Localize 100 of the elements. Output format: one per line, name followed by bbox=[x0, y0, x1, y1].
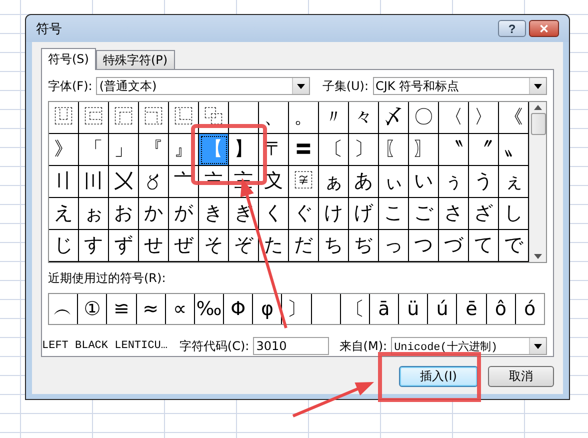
symbol-cell[interactable]: せ bbox=[139, 230, 169, 262]
symbol-cell[interactable]: づ bbox=[439, 230, 469, 262]
symbol-cell[interactable]: 〾 bbox=[289, 166, 319, 198]
symbol-cell[interactable]: え bbox=[49, 198, 79, 230]
symbol-cell[interactable]: だ bbox=[289, 230, 319, 262]
symbol-cell[interactable]: 〇 bbox=[409, 102, 439, 134]
symbol-cell[interactable]: 〥 bbox=[139, 166, 169, 198]
recent-symbol-cell[interactable]: ü bbox=[399, 294, 428, 324]
symbol-cell[interactable]: 。 bbox=[289, 102, 319, 134]
symbol-cell[interactable]: ⿸ bbox=[109, 102, 139, 134]
symbol-cell[interactable]: 〓 bbox=[289, 134, 319, 166]
symbol-cell[interactable]: 、 bbox=[259, 102, 289, 134]
symbol-cell[interactable]: げ bbox=[349, 198, 379, 230]
font-label: 字体(F): bbox=[48, 78, 92, 94]
recent-symbols-label: 近期使用过的符号(R): bbox=[48, 270, 167, 287]
symbol-cell[interactable]: ぉ bbox=[79, 198, 109, 230]
symbol-cell[interactable]: 〖 bbox=[379, 134, 409, 166]
recent-symbol-cell[interactable]: ‰ bbox=[194, 294, 224, 324]
symbol-cell[interactable]: が bbox=[169, 198, 199, 230]
font-dropdown[interactable]: (普通文本) bbox=[96, 77, 310, 95]
subset-label: 子集(U): bbox=[322, 78, 369, 94]
window-title: 符号 bbox=[36, 20, 63, 38]
recent-symbol-cell[interactable]: 〔 bbox=[340, 294, 370, 324]
symbol-cell[interactable]: 々 bbox=[349, 102, 379, 134]
symbol-cell[interactable]: そ bbox=[199, 230, 229, 262]
symbol-cell[interactable]: 」 bbox=[109, 134, 139, 166]
symbol-cell[interactable]: じ bbox=[49, 230, 79, 262]
symbol-cell[interactable]: ご bbox=[409, 198, 439, 230]
character-name: LEFT BLACK LENTICU… bbox=[42, 340, 168, 352]
insert-button[interactable]: 插入(I) bbox=[399, 366, 478, 387]
symbol-cell[interactable]: ぃ bbox=[379, 166, 409, 198]
character-code-field[interactable]: 3010 bbox=[253, 337, 330, 355]
symbol-cell[interactable]: く bbox=[259, 198, 289, 230]
symbol-cell[interactable]: 〩 bbox=[259, 166, 289, 198]
symbol-cell[interactable]: ぅ bbox=[439, 166, 469, 198]
symbol-cell[interactable]: 〔 bbox=[319, 134, 349, 166]
dropdown-arrow-icon bbox=[534, 344, 542, 348]
symbol-cell[interactable]: ち bbox=[319, 230, 349, 262]
symbol-cell[interactable]: て bbox=[469, 230, 499, 262]
recent-symbol-cell[interactable]: ︵ bbox=[49, 294, 78, 324]
symbol-cell[interactable]: 】 bbox=[229, 134, 259, 166]
symbol-cell[interactable]: 〉 bbox=[469, 102, 499, 134]
symbol-cell[interactable]: 〕 bbox=[349, 134, 379, 166]
symbol-cell[interactable]: さ bbox=[439, 198, 469, 230]
symbol-cell[interactable]: い bbox=[409, 166, 439, 198]
symbol-cell[interactable]: ⿹ bbox=[139, 102, 169, 134]
tab[interactable]: 特殊字符(P) bbox=[96, 50, 175, 69]
symbol-cell[interactable]: ぢ bbox=[349, 230, 379, 262]
dropdown-arrow-icon bbox=[534, 84, 542, 88]
subset-dropdown[interactable]: CJK 符号和标点 bbox=[372, 77, 547, 95]
symbol-cell[interactable]: 〤 bbox=[109, 166, 139, 198]
symbol-cell[interactable]: 〢 bbox=[49, 166, 79, 198]
tab[interactable]: 符号(S) bbox=[41, 48, 96, 70]
symbol-cell[interactable]: ぐ bbox=[289, 198, 319, 230]
recent-symbol-cell[interactable]: ① bbox=[78, 294, 108, 324]
symbol-cell[interactable]: 『 bbox=[139, 134, 169, 166]
symbol-cell[interactable]: ⿺ bbox=[169, 102, 199, 134]
recent-symbol-cell[interactable]: ≌ bbox=[107, 294, 137, 324]
symbol-cell[interactable]: 〗 bbox=[409, 134, 439, 166]
symbol-cell[interactable]: ぜ bbox=[169, 230, 199, 262]
symbol-cell[interactable]: 〞 bbox=[469, 134, 499, 166]
symbol-cell[interactable]: 〆 bbox=[379, 102, 409, 134]
character-code-label: 字符代码(C): bbox=[179, 338, 250, 354]
from-dropdown[interactable]: Unicode(十六进制) bbox=[391, 337, 547, 355]
from-label: 来自(M): bbox=[339, 338, 388, 354]
cancel-button[interactable]: 取消 bbox=[488, 366, 554, 387]
help-button[interactable]: ? bbox=[498, 20, 526, 37]
symbol-cell[interactable]: 〦 bbox=[169, 166, 199, 198]
recent-symbol-cell[interactable]: ≈ bbox=[136, 294, 166, 324]
symbol-cell[interactable]: 「 bbox=[79, 134, 109, 166]
symbol-cell[interactable]: ず bbox=[109, 230, 139, 262]
symbol-cell[interactable]: す bbox=[79, 230, 109, 262]
symbol-cell[interactable]: っ bbox=[379, 230, 409, 262]
recent-symbol-cell[interactable]: ú bbox=[428, 294, 458, 324]
recent-symbol-cell[interactable]: ó bbox=[516, 294, 544, 324]
symbol-cell[interactable]: お bbox=[109, 198, 139, 230]
recent-symbol-cell[interactable]: Φ bbox=[224, 294, 254, 324]
recent-symbol-cell[interactable]: ā bbox=[370, 294, 400, 324]
symbol-cell[interactable]: か bbox=[139, 198, 169, 230]
recent-symbol-cell[interactable]: ô bbox=[486, 294, 516, 324]
symbol-cell[interactable]: う bbox=[469, 166, 499, 198]
symbol-cell[interactable]: き bbox=[199, 198, 229, 230]
symbol-cell[interactable]: ⿷ bbox=[79, 102, 109, 134]
symbol-cell[interactable]: 〃 bbox=[319, 102, 349, 134]
symbol-cell[interactable]: 〈 bbox=[439, 102, 469, 134]
recent-symbol-cell[interactable]: ē bbox=[457, 294, 487, 324]
symbol-cell[interactable] bbox=[229, 102, 259, 134]
symbol-cell[interactable]: 〣 bbox=[79, 166, 109, 198]
symbol-cell[interactable]: こ bbox=[379, 198, 409, 230]
symbol-cell[interactable]: ぁ bbox=[319, 166, 349, 198]
symbol-cell[interactable]: ざ bbox=[469, 198, 499, 230]
symbol-cell[interactable]: ⿶ bbox=[49, 102, 79, 134]
recent-symbol-cell[interactable]: ∝ bbox=[166, 294, 195, 324]
symbol-cell[interactable]: つ bbox=[409, 230, 439, 262]
scrollbar[interactable] bbox=[529, 102, 546, 262]
scrollbar-thumb[interactable] bbox=[530, 113, 546, 135]
symbol-cell[interactable]: 》 bbox=[49, 134, 79, 166]
symbol-cell[interactable]: け bbox=[319, 198, 349, 230]
symbol-cell[interactable]: 〝 bbox=[439, 134, 469, 166]
symbol-cell[interactable]: あ bbox=[349, 166, 379, 198]
